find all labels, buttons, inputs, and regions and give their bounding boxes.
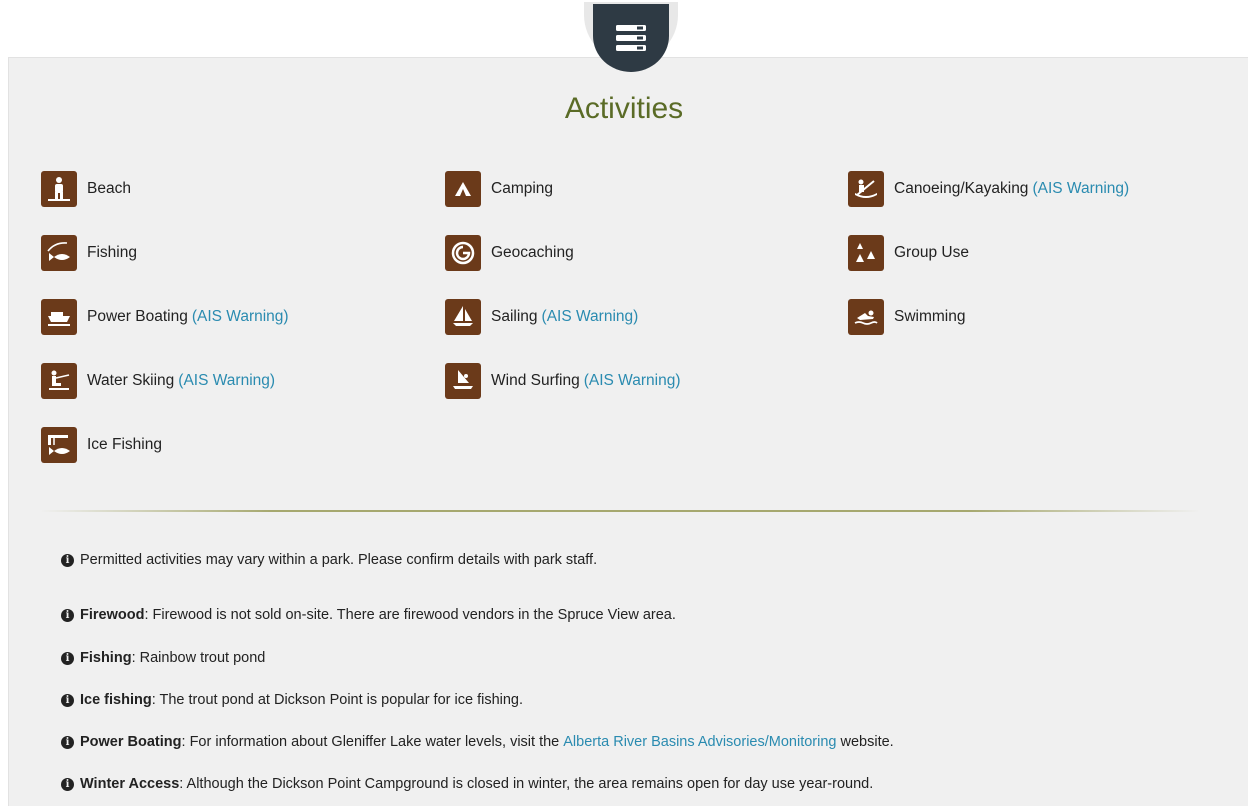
activity-label: Wind Surfing <box>491 372 580 389</box>
ice-fishing-icon <box>41 427 77 463</box>
fishing-icon <box>41 235 77 271</box>
note-heading: Power Boating <box>80 734 182 750</box>
water-ski-icon <box>41 363 77 399</box>
group-camp-icon <box>848 235 884 271</box>
activity-label: Group Use <box>894 244 969 261</box>
note-text: : Although the Dickson Point Campground … <box>179 776 874 792</box>
activity-label: Swimming <box>894 308 966 325</box>
list-icon <box>616 25 646 51</box>
activity-label: Power Boating <box>87 308 188 325</box>
activity-power-boating: Power Boating (AIS Warning) <box>41 298 289 336</box>
sailboat-icon <box>445 299 481 335</box>
activity-sailing: Sailing (AIS Warning) <box>445 298 638 336</box>
canoe-icon <box>848 171 884 207</box>
activity-geocaching: Geocaching <box>445 234 574 272</box>
info-icon: i <box>61 735 74 749</box>
note-power-boating: i Power Boating : For information about … <box>61 734 894 750</box>
info-icon: i <box>61 777 74 791</box>
activity-wind-surfing: Wind Surfing (AIS Warning) <box>445 362 681 400</box>
activity-label: Water Skiing <box>87 372 175 389</box>
note-text: : Rainbow trout pond <box>131 650 266 666</box>
swimmer-icon <box>848 299 884 335</box>
activity-swimming: Swimming <box>848 298 965 336</box>
beach-icon <box>41 171 77 207</box>
note-text: : Firewood is not sold on-site. There ar… <box>144 607 676 623</box>
activity-label: Camping <box>491 180 554 197</box>
activity-camping: Camping <box>445 170 553 208</box>
activity-label: Ice Fishing <box>87 436 162 453</box>
note-winter-access: i Winter Access : Although the Dickson P… <box>61 776 873 792</box>
note-heading: Ice fishing <box>80 692 152 708</box>
activity-canoeing: Canoeing/Kayaking (AIS Warning) <box>848 170 1129 208</box>
ais-warning-link[interactable]: (AIS Warning) <box>178 372 275 390</box>
ais-warning-link[interactable]: (AIS Warning) <box>192 308 289 326</box>
info-icon: i <box>61 553 74 567</box>
section-divider <box>40 510 1200 512</box>
note-permitted: i Permitted activities may vary within a… <box>61 552 597 568</box>
note-text-after: website. <box>836 734 894 750</box>
geocache-icon <box>445 235 481 271</box>
tent-icon <box>445 171 481 207</box>
ais-warning-link[interactable]: (AIS Warning) <box>1032 180 1129 198</box>
note-text: : For information about Gleniffer Lake w… <box>181 734 564 750</box>
note-text: Permitted activities may vary within a p… <box>80 552 598 568</box>
activity-fishing: Fishing <box>41 234 137 272</box>
note-firewood: i Firewood : Firewood is not sold on-sit… <box>61 607 676 623</box>
note-heading: Fishing <box>80 650 132 666</box>
info-icon: i <box>61 608 74 622</box>
activity-beach: Beach <box>41 170 131 208</box>
note-ice-fishing: i Ice fishing : The trout pond at Dickso… <box>61 692 523 708</box>
activity-label: Sailing <box>491 308 538 325</box>
ais-warning-link[interactable]: (AIS Warning) <box>584 372 681 390</box>
activity-water-skiing: Water Skiing (AIS Warning) <box>41 362 275 400</box>
info-icon: i <box>61 651 74 665</box>
windsurf-icon <box>445 363 481 399</box>
info-icon: i <box>61 693 74 707</box>
activity-group-use: Group Use <box>848 234 969 272</box>
activity-label: Fishing <box>87 244 137 261</box>
activity-ice-fishing: Ice Fishing <box>41 426 162 464</box>
ais-warning-link[interactable]: (AIS Warning) <box>542 308 639 326</box>
note-heading: Firewood <box>80 607 145 623</box>
note-fishing: i Fishing : Rainbow trout pond <box>61 650 265 666</box>
page-title: Activities <box>564 92 684 125</box>
activity-label: Beach <box>87 180 131 197</box>
activity-label: Canoeing/Kayaking <box>894 180 1029 197</box>
river-basins-link[interactable]: Alberta River Basins Advisories/Monitori… <box>563 734 836 750</box>
note-heading: Winter Access <box>80 776 180 792</box>
note-text: : The trout pond at Dickson Point is pop… <box>151 692 524 708</box>
activity-label: Geocaching <box>491 244 574 261</box>
power-boat-icon <box>41 299 77 335</box>
